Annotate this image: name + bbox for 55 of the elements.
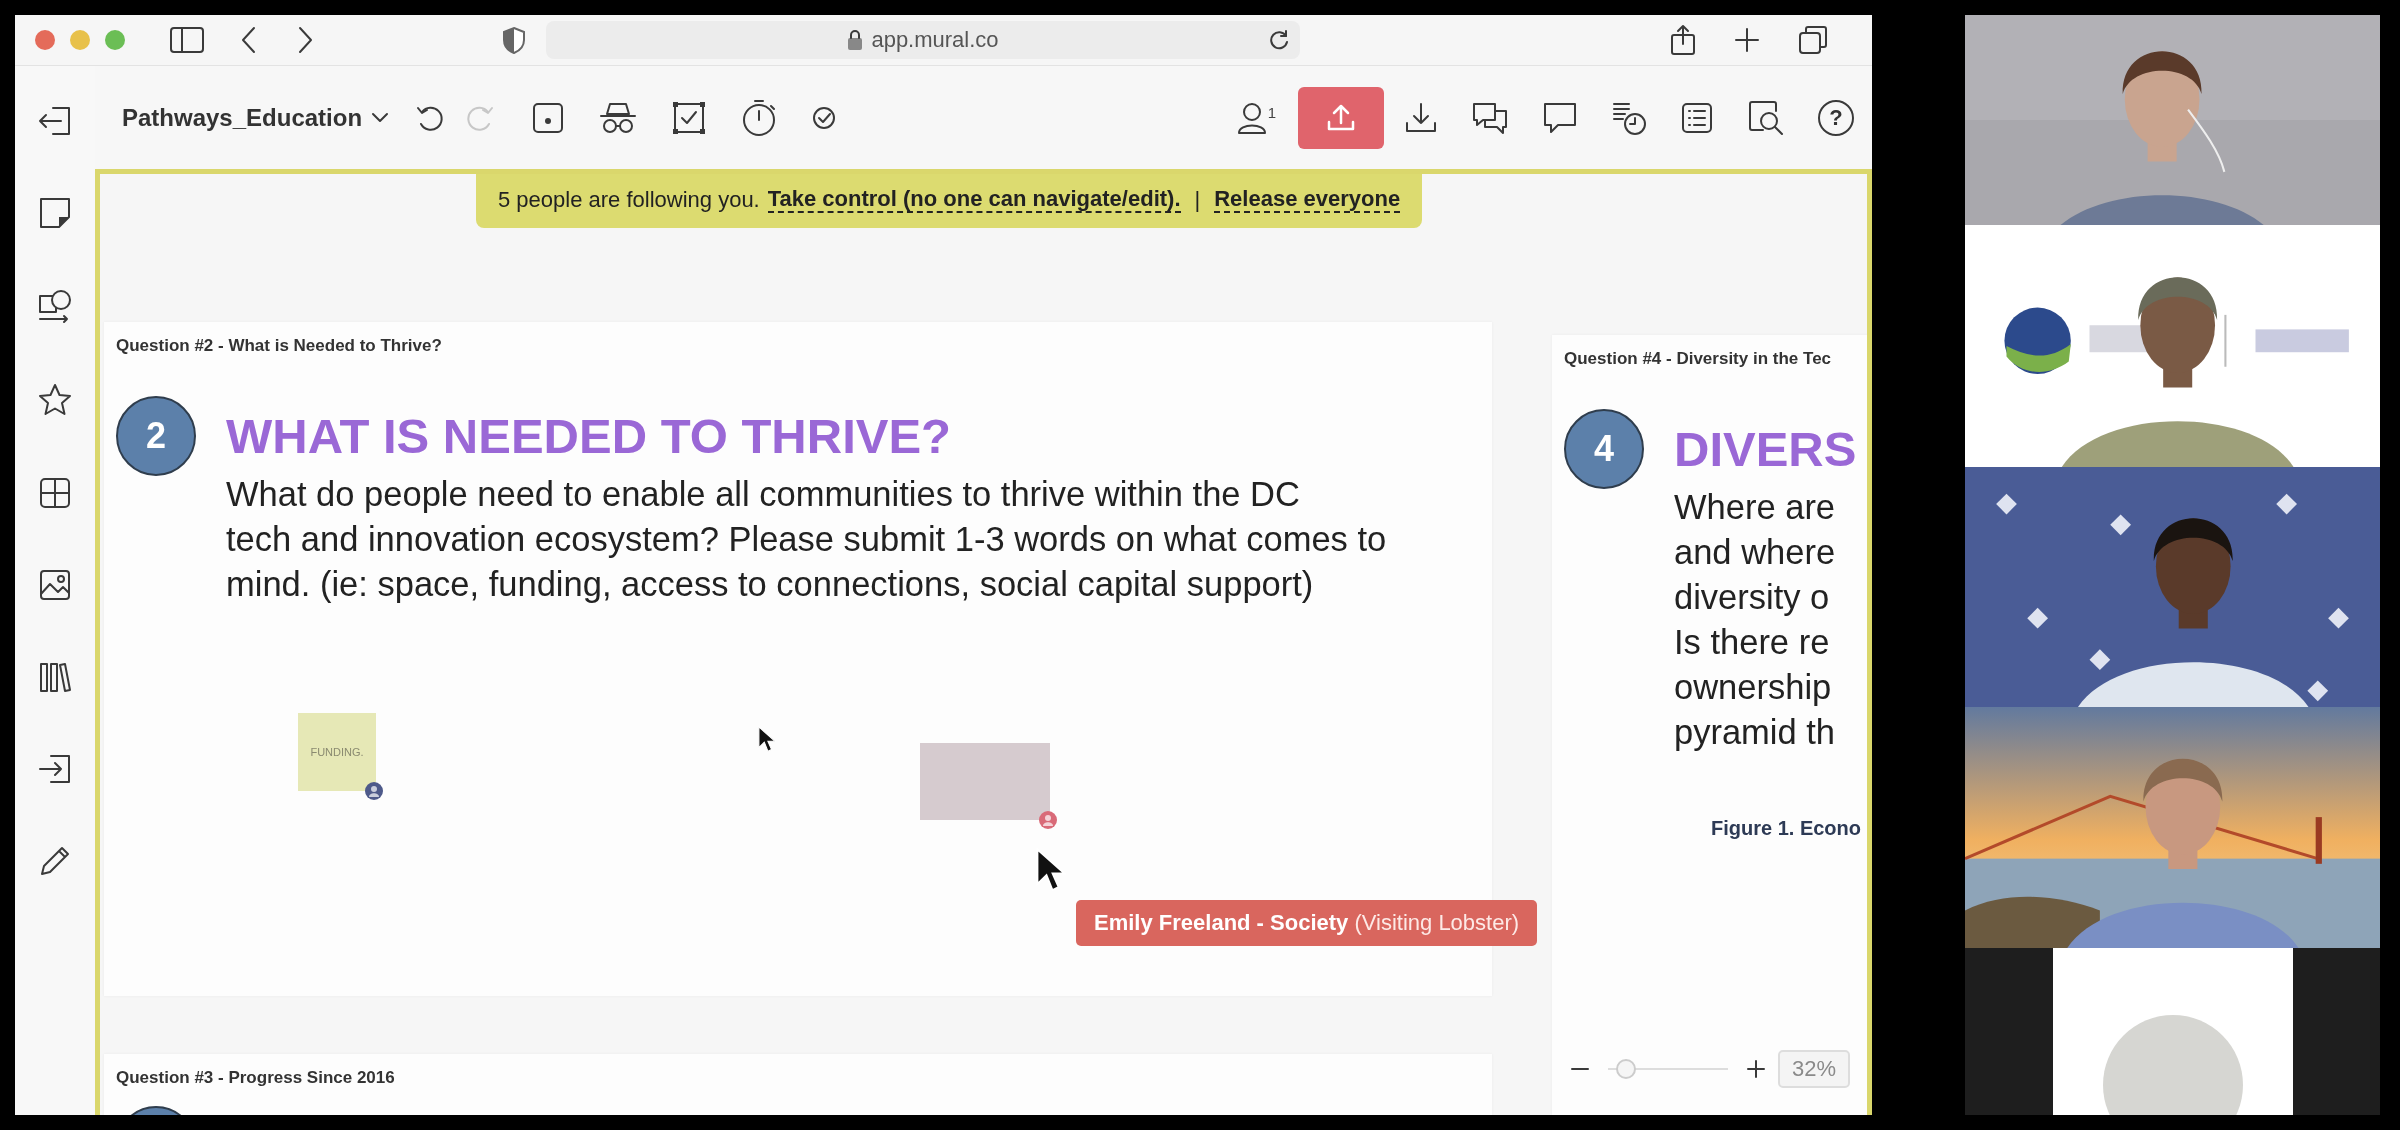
tabs-icon[interactable] — [1798, 25, 1828, 55]
pencil-icon[interactable] — [38, 844, 72, 878]
avatar-icon — [365, 782, 383, 800]
enter-icon[interactable] — [37, 752, 73, 786]
release-link[interactable]: Release everyone — [1214, 186, 1401, 214]
question-text: What do people need to enable all communities to thrive within the DC tech and innovation ecosystem? Please submit 1-3 words on what comes to mind. (ie: space, funding, access to connections, social capital support) — [226, 474, 1387, 605]
image-icon[interactable] — [38, 568, 72, 602]
checkbox-icon[interactable] — [671, 99, 708, 136]
zoom-out-icon[interactable] — [1570, 1067, 1590, 1071]
zoom-in-icon[interactable] — [1746, 1059, 1766, 1079]
plus-icon[interactable] — [1734, 27, 1760, 53]
search-icon[interactable] — [1747, 98, 1785, 137]
exit-icon[interactable] — [37, 104, 73, 138]
close-button[interactable] — [35, 30, 55, 50]
separator-text: | — [1194, 187, 1201, 213]
share-button[interactable] — [1298, 86, 1384, 149]
grid-icon[interactable] — [38, 476, 72, 510]
avatar-icon — [1039, 811, 1057, 829]
cursor-name-label: Emily Freeland - Society (Visiting Lobster) — [1076, 900, 1538, 946]
frame-label: Question #2 - What is Needed to Thrive? — [116, 336, 442, 356]
help-button[interactable]: ? — [1818, 99, 1854, 136]
frame-label: Question #3 - Progress Since 2016 — [116, 1068, 395, 1088]
frame-label: Question #4 - Diversity in the Tec — [1564, 349, 1832, 369]
sticky-note-icon[interactable] — [38, 196, 72, 230]
step-badge: 4 — [1564, 409, 1644, 489]
lock-icon[interactable] — [847, 29, 864, 51]
dot-square-icon[interactable] — [531, 100, 566, 135]
upload-icon — [1326, 102, 1356, 133]
take-control-link[interactable]: Take control (no one can navigate/edit). — [767, 186, 1181, 214]
cursor-icon — [758, 726, 776, 753]
star-icon[interactable] — [37, 382, 73, 418]
address-bar[interactable]: app.mural.co — [546, 21, 1300, 59]
banner-text: 5 people are following you. — [498, 187, 760, 213]
back-icon[interactable] — [240, 26, 256, 54]
question-text: Where are and where diversity o Is there re ownership pyramid th — [1674, 487, 1836, 753]
share-icon[interactable] — [1670, 24, 1696, 56]
board-title[interactable]: Pathways_Education — [122, 103, 363, 132]
frame-title: DIVERS — [1674, 421, 1857, 477]
frame-title: WHAT IS NEEDED TO THRIVE? — [226, 408, 952, 464]
check-circle-icon[interactable] — [811, 104, 838, 131]
library-icon[interactable] — [38, 660, 72, 694]
chevron-down-icon[interactable] — [370, 110, 391, 125]
forward-icon[interactable] — [298, 26, 314, 54]
collaborator-count: 1 — [1267, 104, 1276, 121]
reload-icon[interactable] — [1268, 29, 1290, 51]
outline-icon[interactable] — [1680, 100, 1714, 135]
sidebar-icon[interactable] — [170, 27, 204, 53]
figure-caption: Figure 1. Econo — [1711, 817, 1862, 840]
user-icon[interactable] — [1236, 100, 1267, 135]
step-badge: 2 — [116, 396, 196, 476]
incognito-icon[interactable] — [598, 100, 639, 135]
url-text: app.mural.co — [871, 27, 999, 53]
shapes-icon[interactable] — [37, 288, 73, 324]
download-icon[interactable] — [1404, 100, 1438, 135]
shield-icon[interactable] — [502, 26, 526, 54]
